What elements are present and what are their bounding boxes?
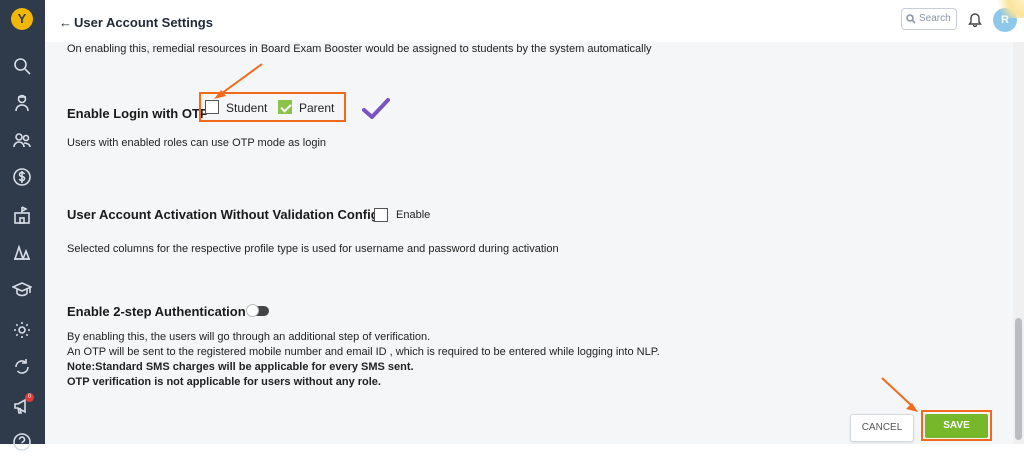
two-step-note-1: Note:Standard SMS charges will be applic… xyxy=(67,361,414,373)
activation-enable-label: Enable xyxy=(396,209,431,221)
two-step-line-1: By enabling this, the users will go thro… xyxy=(67,331,431,343)
cancel-button[interactable]: CANCEL xyxy=(850,414,914,442)
activation-enable-checkbox[interactable] xyxy=(374,208,388,222)
dollar-icon[interactable] xyxy=(12,167,32,187)
users-icon[interactable] xyxy=(12,130,32,150)
search-icon xyxy=(906,14,916,24)
activation-heading: User Account Activation Without Validati… xyxy=(67,207,379,222)
institution-icon[interactable] xyxy=(12,205,32,225)
save-button[interactable]: SAVE xyxy=(925,414,988,438)
arrow-annotation-icon xyxy=(214,63,263,99)
activation-description: Selected columns for the respective prof… xyxy=(67,243,559,255)
back-arrow-icon[interactable]: ← xyxy=(59,15,72,30)
student-icon[interactable] xyxy=(12,93,32,113)
search-input[interactable]: Search xyxy=(901,8,957,30)
refresh-icon[interactable] xyxy=(12,357,32,377)
remedial-description: On enabling this, remedial resources in … xyxy=(67,43,652,55)
sidebar: Y 0 xyxy=(0,0,45,451)
decorative-glow xyxy=(990,0,1024,18)
search-placeholder: Search xyxy=(919,13,951,24)
app-logo[interactable]: Y xyxy=(11,8,33,30)
page-title: User Account Settings xyxy=(74,15,213,30)
bell-icon[interactable] xyxy=(968,11,982,28)
two-step-toggle[interactable] xyxy=(246,304,269,317)
two-step-line-2: An OTP will be sent to the registered mo… xyxy=(67,346,660,358)
two-step-heading: Enable 2-step Authentication xyxy=(67,304,246,319)
gear-icon[interactable] xyxy=(12,320,32,340)
checkmark-annotation-icon xyxy=(362,98,390,119)
apps-icon[interactable] xyxy=(12,242,32,262)
two-step-note-2: OTP verification is not applicable for u… xyxy=(67,376,381,388)
search-icon[interactable] xyxy=(12,56,32,76)
scrollbar-thumb[interactable] xyxy=(1015,318,1022,440)
help-icon[interactable] xyxy=(12,432,32,452)
arrow-annotation-icon xyxy=(881,377,918,412)
notification-badge: 0 xyxy=(25,393,34,402)
graduation-cap-icon[interactable] xyxy=(11,279,33,299)
otp-heading: Enable Login with OTP xyxy=(67,106,209,121)
otp-description: Users with enabled roles can use OTP mod… xyxy=(67,137,327,149)
header: ← User Account Settings Search R xyxy=(45,0,1024,42)
